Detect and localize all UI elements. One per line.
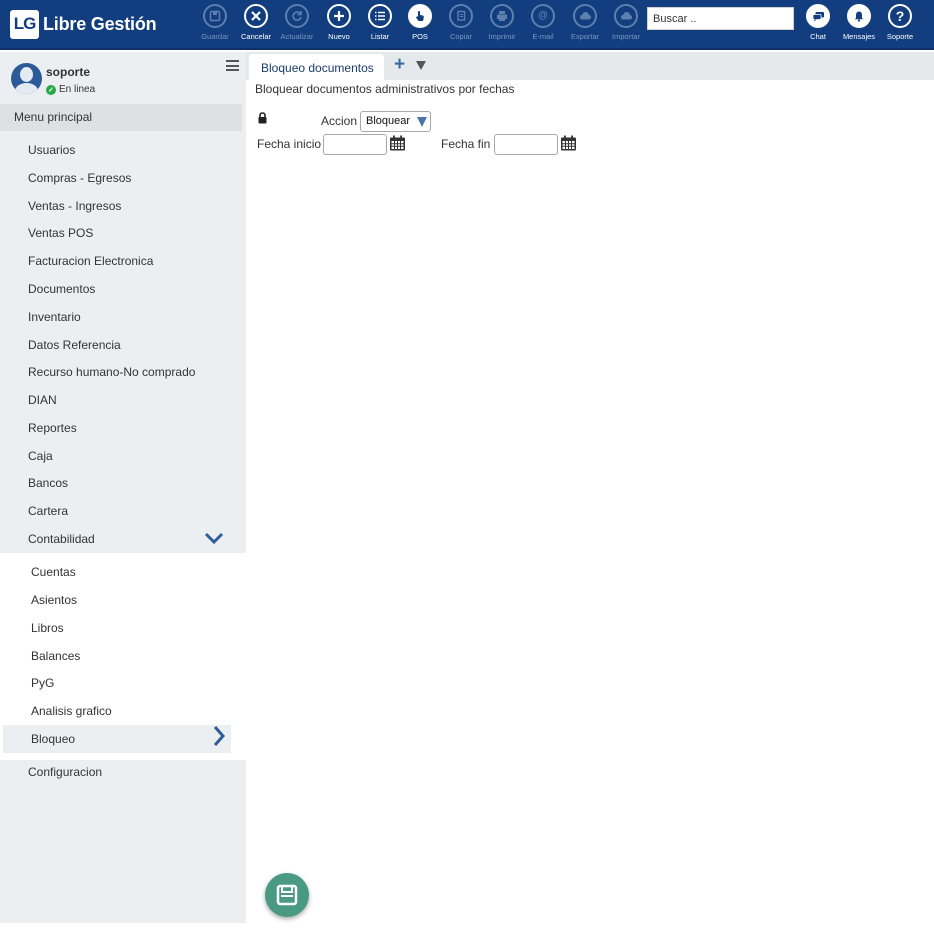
tab-strip: Bloqueo documentos + [246,52,934,80]
sidebar-item-datos-referencia[interactable]: Datos Referencia [28,338,121,352]
submenu-item-asientos[interactable]: Asientos [31,593,77,607]
import-toolbar-button[interactable]: Importar [606,4,646,44]
support-label: Soporte [886,32,914,41]
accion-select[interactable]: Bloquear [360,111,431,132]
email-toolbar-button[interactable]: @ E-mail [523,4,563,44]
support-button[interactable]: ? Soporte [880,4,920,44]
print-toolbar-button[interactable]: Imprimir [482,4,522,44]
fecha-fin-label: Fecha fin [441,137,491,151]
top-bar: LG Libre Gestión Guardar Cancelar Actual… [0,0,934,50]
new-toolbar-button[interactable]: Nuevo [319,4,359,44]
messages-label: Mensajes [842,32,876,41]
save-toolbar-button[interactable]: Guardar [195,4,235,44]
accion-select-value: Bloquear [366,115,411,127]
save-icon [203,4,227,28]
app-name: Libre Gestión [43,13,157,34]
print-label: Imprimir [488,32,516,41]
save-icon [276,884,298,906]
sidebar-item-ventas-pos[interactable]: Ventas POS [28,226,93,240]
pos-label: POS [412,32,428,41]
avatar[interactable] [11,63,42,94]
email-icon: @ [531,4,555,28]
email-label: E-mail [532,32,554,41]
sidebar-item-usuarios[interactable]: Usuarios [28,143,75,157]
add-tab-icon[interactable]: + [394,55,405,75]
dropdown-arrow-icon [417,117,427,127]
refresh-label: Actualizar [280,32,314,41]
user-status-text: En linea [59,84,96,95]
export-label: Exportar [570,32,600,41]
cancel-label: Cancelar [240,32,271,41]
sidebar-item-ventas[interactable]: Ventas - Ingresos [28,199,121,213]
list-label: Listar [370,32,390,41]
pos-toolbar-button[interactable]: POS [400,4,440,44]
chevron-right-icon[interactable] [212,725,226,752]
sidebar-item-contabilidad[interactable]: Contabilidad [28,532,95,546]
print-icon [490,4,514,28]
cancel-toolbar-button[interactable]: Cancelar [236,4,276,44]
menu-header: Menu principal [0,104,242,131]
copy-toolbar-button[interactable]: Copiar [441,4,481,44]
refresh-icon [285,4,309,28]
submenu-item-balances[interactable]: Balances [31,649,80,663]
sidebar: soporte ✓ En linea Menu principal Usuari… [0,52,246,923]
sidebar-item-dian[interactable]: DIAN [28,393,57,407]
list-icon [368,4,392,28]
new-label: Nuevo [328,32,350,41]
app-logo[interactable]: LG Libre Gestión [10,9,157,39]
bell-icon [847,4,871,28]
cloud-upload-icon [573,4,597,28]
chat-label: Chat [810,32,826,41]
sidebar-item-cartera[interactable]: Cartera [28,504,68,518]
fecha-fin-input[interactable] [494,134,558,155]
user-status: ✓ En linea [46,84,95,95]
search-input[interactable] [647,7,794,30]
save-label: Guardar [201,32,229,41]
copy-label: Copiar [449,32,473,41]
sidebar-item-recurso-humano[interactable]: Recurso humano-No comprado [28,365,195,379]
floating-save-button[interactable] [265,873,309,917]
chat-button[interactable]: Chat [798,4,838,44]
tab-bloqueo-documentos[interactable]: Bloqueo documentos [249,54,384,80]
plus-icon [327,4,351,28]
sidebar-item-compras[interactable]: Compras - Egresos [28,171,131,185]
sidebar-item-inventario[interactable]: Inventario [28,310,81,324]
help-icon: ? [888,4,912,28]
list-toolbar-button[interactable]: Listar [360,4,400,44]
calendar-icon[interactable] [560,135,577,151]
chevron-down-icon[interactable] [204,531,224,549]
submenu-item-analisis[interactable]: Analisis grafico [31,704,112,718]
submenu-item-bloqueo[interactable]: Bloqueo [31,732,75,746]
accion-label: Accion [321,114,358,128]
fecha-inicio-label: Fecha inicio [257,137,322,151]
export-toolbar-button[interactable]: Exportar [565,4,605,44]
sidebar-item-caja[interactable]: Caja [28,449,53,463]
lock-icon [257,111,268,129]
sidebar-item-reportes[interactable]: Reportes [28,421,77,435]
tab-menu-arrow-icon[interactable] [416,61,426,70]
messages-button[interactable]: Mensajes [839,4,879,44]
fecha-inicio-input[interactable] [323,134,387,155]
logo-mark: LG [10,9,39,39]
hamburger-menu-icon[interactable] [226,60,239,71]
copy-icon [449,4,473,28]
user-name: soporte [46,65,91,79]
sidebar-item-facturacion[interactable]: Facturacion Electronica [28,254,153,268]
submenu-item-libros[interactable]: Libros [31,621,64,635]
sidebar-item-bancos[interactable]: Bancos [28,476,68,490]
cloud-download-icon [614,4,638,28]
sidebar-item-documentos[interactable]: Documentos [28,282,95,296]
import-label: Importar [612,32,640,41]
page-title: Bloquear documentos administrativos por … [255,82,515,96]
refresh-toolbar-button[interactable]: Actualizar [277,4,317,44]
submenu-item-cuentas[interactable]: Cuentas [31,565,76,579]
chat-icon [806,4,830,28]
close-icon [244,4,268,28]
submenu-item-pyg[interactable]: PyG [31,676,54,690]
online-check-icon: ✓ [46,84,56,95]
calendar-icon[interactable] [389,135,406,151]
sidebar-item-configuracion[interactable]: Configuracion [28,765,102,779]
hand-pointer-icon [408,4,432,28]
